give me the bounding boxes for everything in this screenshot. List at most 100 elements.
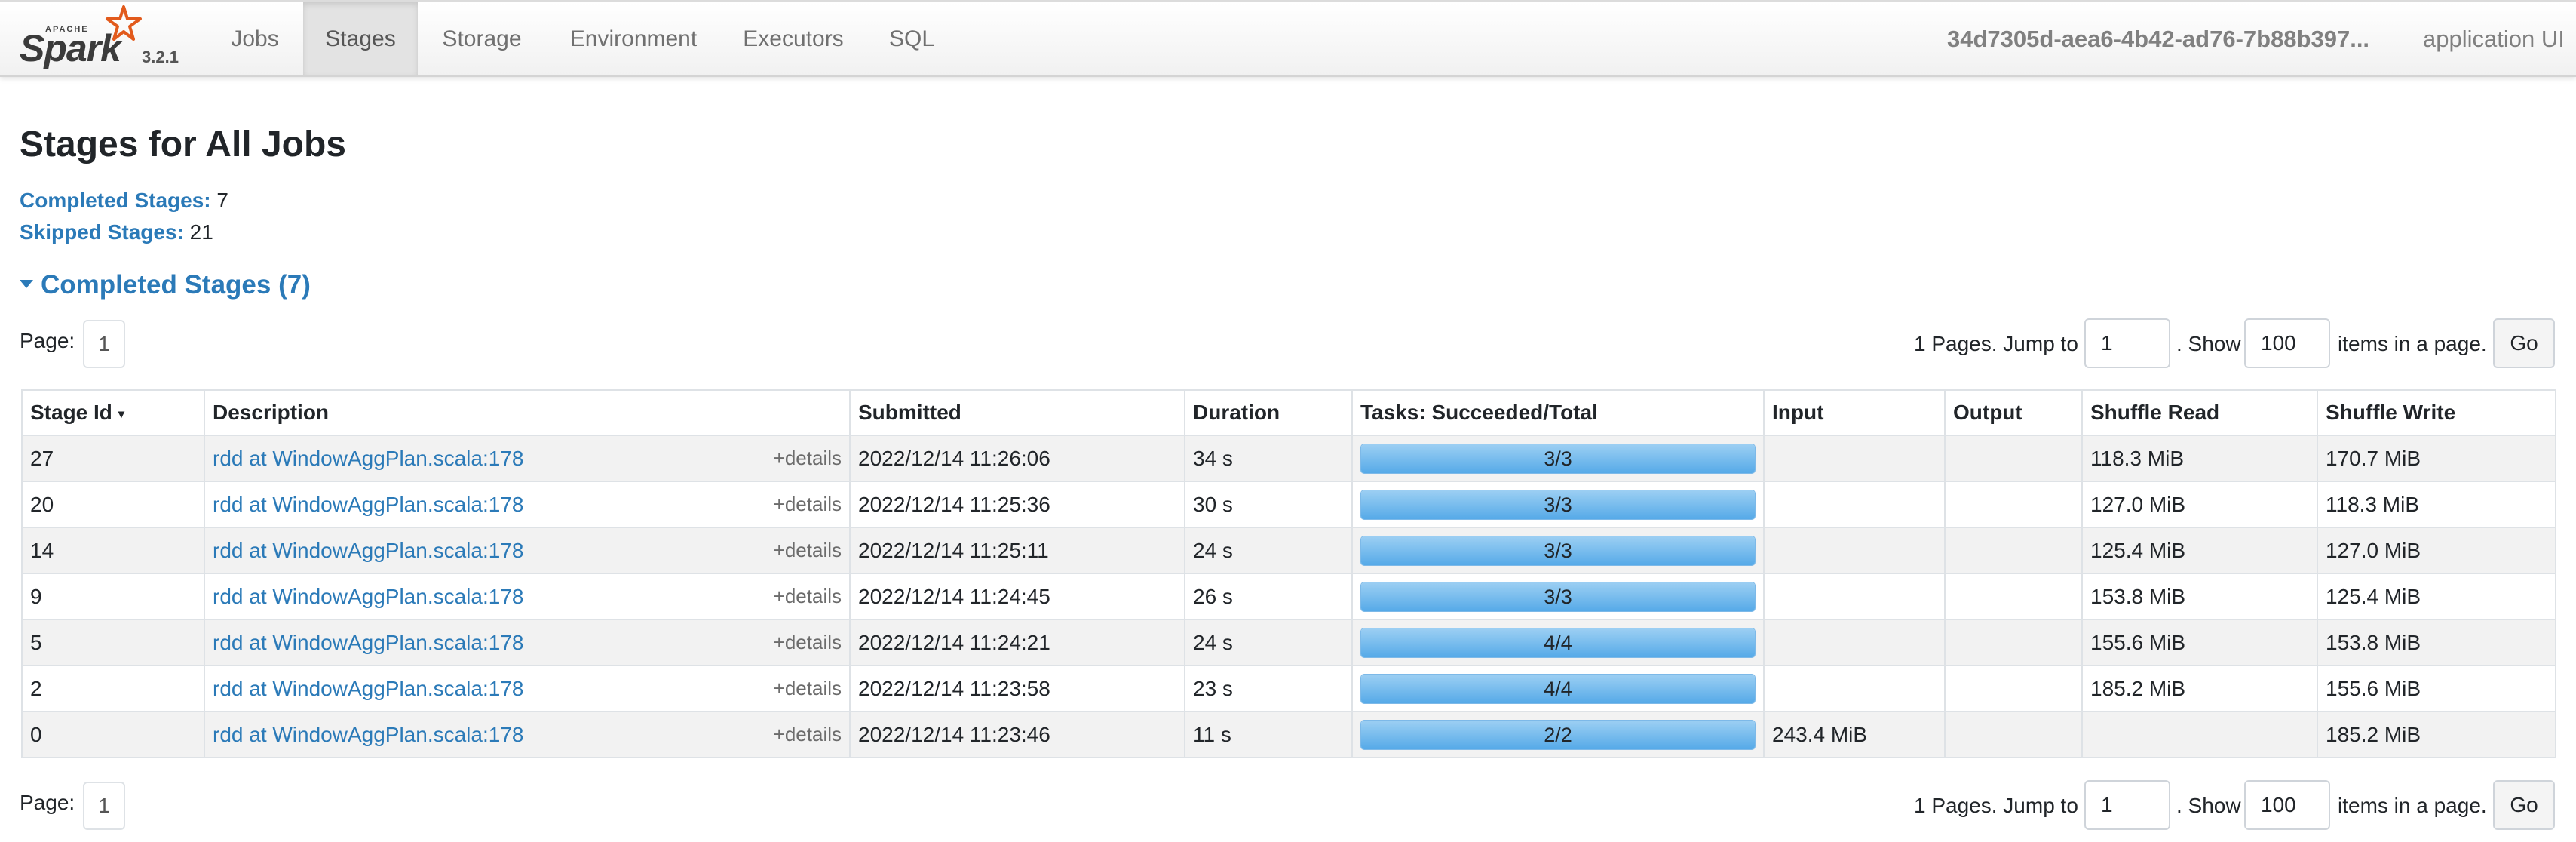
pages-jump-text-top: 1 Pages. Jump to bbox=[1914, 332, 2078, 355]
input-cell bbox=[1763, 619, 1946, 666]
go-button-bottom[interactable]: Go bbox=[2493, 780, 2555, 830]
tab-environment[interactable]: Environment bbox=[560, 2, 707, 75]
completed-stages-table: Stage Id ▾ Description Submitted Duration… bbox=[21, 389, 2556, 758]
table-row: 20 rdd at WindowAggPlan.scala:178 +details… bbox=[21, 481, 2556, 528]
tab-sql[interactable]: SQL bbox=[881, 2, 943, 75]
completed-stages-count: 7 bbox=[216, 189, 228, 212]
spark-logo[interactable]: APACHE Spark 3.2.1 bbox=[20, 5, 186, 73]
details-toggle[interactable]: +details bbox=[774, 539, 842, 562]
table-header-row: Stage Id ▾ Description Submitted Duration… bbox=[21, 389, 2556, 436]
jump-to-page-input-bottom[interactable]: 1 bbox=[2084, 780, 2170, 830]
details-toggle[interactable]: +details bbox=[774, 723, 842, 746]
shuffle-write-cell: 155.6 MiB bbox=[2317, 665, 2556, 712]
description-cell: rdd at WindowAggPlan.scala:178 +details bbox=[204, 527, 851, 574]
tab-executors[interactable]: Executors bbox=[734, 2, 852, 75]
description-cell: rdd at WindowAggPlan.scala:178 +details bbox=[204, 481, 851, 528]
details-toggle[interactable]: +details bbox=[774, 677, 842, 700]
header-shuffle-write[interactable]: Shuffle Write bbox=[2317, 389, 2556, 436]
stage-description-link[interactable]: rdd at WindowAggPlan.scala:178 bbox=[213, 677, 523, 700]
tasks-progress-bar: 3/3 bbox=[1360, 489, 1756, 520]
output-cell bbox=[1944, 711, 2083, 758]
output-cell bbox=[1944, 665, 2083, 712]
tasks-progress-bar: 4/4 bbox=[1360, 673, 1756, 704]
tab-storage[interactable]: Storage bbox=[433, 2, 531, 75]
tasks-progress-label: 3/3 bbox=[1544, 539, 1572, 562]
section-title: Completed Stages (7) bbox=[41, 270, 311, 300]
details-toggle[interactable]: +details bbox=[774, 447, 842, 470]
header-input[interactable]: Input bbox=[1763, 389, 1946, 436]
completed-stages-toggle[interactable]: Completed Stages (7) bbox=[20, 270, 311, 300]
skipped-stages-count: 21 bbox=[189, 220, 213, 244]
stage-id-cell: 27 bbox=[21, 435, 205, 482]
completed-stages-link[interactable]: Completed Stages: bbox=[20, 189, 211, 212]
stage-id-cell: 20 bbox=[21, 481, 205, 528]
details-toggle[interactable]: +details bbox=[774, 493, 842, 516]
shuffle-write-cell: 118.3 MiB bbox=[2317, 481, 2556, 528]
tab-stages[interactable]: Stages bbox=[303, 2, 418, 75]
description-cell: rdd at WindowAggPlan.scala:178 +details bbox=[204, 619, 851, 666]
application-ui-label: application UI bbox=[2423, 26, 2565, 52]
header-description[interactable]: Description bbox=[204, 389, 851, 436]
collapse-caret-icon bbox=[20, 280, 33, 289]
details-toggle[interactable]: +details bbox=[774, 631, 842, 654]
description-cell: rdd at WindowAggPlan.scala:178 +details bbox=[204, 665, 851, 712]
items-per-page-input-top[interactable]: 100 bbox=[2244, 318, 2330, 368]
stage-description-link[interactable]: rdd at WindowAggPlan.scala:178 bbox=[213, 539, 523, 562]
description-cell: rdd at WindowAggPlan.scala:178 +details bbox=[204, 711, 851, 758]
output-cell bbox=[1944, 573, 2083, 620]
stage-description-link[interactable]: rdd at WindowAggPlan.scala:178 bbox=[213, 631, 523, 654]
page-label-bottom: Page: bbox=[20, 791, 75, 814]
submitted-cell: 2022/12/14 11:24:45 bbox=[849, 573, 1185, 620]
header-submitted[interactable]: Submitted bbox=[849, 389, 1185, 436]
application-id[interactable]: 34d7305d-aea6-4b42-ad76-7b88b397... bbox=[1947, 2, 2369, 75]
page-label-top: Page: bbox=[20, 329, 75, 352]
details-toggle[interactable]: +details bbox=[774, 585, 842, 608]
tab-jobs[interactable]: Jobs bbox=[222, 2, 288, 75]
input-cell bbox=[1763, 435, 1946, 482]
tasks-cell: 2/2 bbox=[1351, 711, 1765, 758]
page-number-top[interactable]: 1 bbox=[83, 320, 125, 368]
shuffle-read-cell: 155.6 MiB bbox=[2081, 619, 2318, 666]
stage-description-link[interactable]: rdd at WindowAggPlan.scala:178 bbox=[213, 447, 523, 470]
spark-version: 3.2.1 bbox=[142, 48, 179, 66]
tasks-progress-bar: 3/3 bbox=[1360, 581, 1756, 612]
stage-description-link[interactable]: rdd at WindowAggPlan.scala:178 bbox=[213, 493, 523, 516]
table-row: 27 rdd at WindowAggPlan.scala:178 +details… bbox=[21, 435, 2556, 482]
tasks-cell: 3/3 bbox=[1351, 435, 1765, 482]
skipped-stages-link[interactable]: Skipped Stages: bbox=[20, 220, 184, 244]
tasks-progress-bar: 2/2 bbox=[1360, 719, 1756, 750]
shuffle-read-cell: 185.2 MiB bbox=[2081, 665, 2318, 712]
table-row: 14 rdd at WindowAggPlan.scala:178 +details… bbox=[21, 527, 2556, 574]
tasks-progress-label: 3/3 bbox=[1544, 585, 1572, 608]
input-cell: 243.4 MiB bbox=[1763, 711, 1946, 758]
tasks-cell: 4/4 bbox=[1351, 619, 1765, 666]
tasks-progress-label: 2/2 bbox=[1544, 723, 1572, 746]
stage-description-link[interactable]: rdd at WindowAggPlan.scala:178 bbox=[213, 723, 523, 746]
items-in-page-text-bottom: items in a page. bbox=[2338, 794, 2487, 817]
header-output[interactable]: Output bbox=[1944, 389, 2083, 436]
header-stage-id[interactable]: Stage Id ▾ bbox=[21, 389, 205, 436]
input-cell bbox=[1763, 573, 1946, 620]
tasks-progress-bar: 3/3 bbox=[1360, 443, 1756, 474]
items-per-page-input-bottom[interactable]: 100 bbox=[2244, 780, 2330, 830]
header-tasks[interactable]: Tasks: Succeeded/Total bbox=[1351, 389, 1765, 436]
shuffle-write-cell: 125.4 MiB bbox=[2317, 573, 2556, 620]
input-cell bbox=[1763, 481, 1946, 528]
shuffle-read-cell bbox=[2081, 711, 2318, 758]
sort-desc-icon: ▾ bbox=[118, 407, 124, 421]
header-shuffle-read[interactable]: Shuffle Read bbox=[2081, 389, 2318, 436]
shuffle-write-cell: 185.2 MiB bbox=[2317, 711, 2556, 758]
header-stage-id-label: Stage Id bbox=[30, 401, 112, 424]
page-number-bottom[interactable]: 1 bbox=[83, 782, 125, 830]
header-duration[interactable]: Duration bbox=[1184, 389, 1353, 436]
submitted-cell: 2022/12/14 11:24:21 bbox=[849, 619, 1185, 666]
jump-to-page-input-top[interactable]: 1 bbox=[2084, 318, 2170, 368]
go-button-top[interactable]: Go bbox=[2493, 318, 2555, 368]
duration-cell: 24 s bbox=[1184, 527, 1353, 574]
input-cell bbox=[1763, 527, 1946, 574]
tasks-cell: 3/3 bbox=[1351, 481, 1765, 528]
stage-description-link[interactable]: rdd at WindowAggPlan.scala:178 bbox=[213, 585, 523, 608]
duration-cell: 26 s bbox=[1184, 573, 1353, 620]
submitted-cell: 2022/12/14 11:25:36 bbox=[849, 481, 1185, 528]
items-in-page-text-top: items in a page. bbox=[2338, 332, 2487, 355]
